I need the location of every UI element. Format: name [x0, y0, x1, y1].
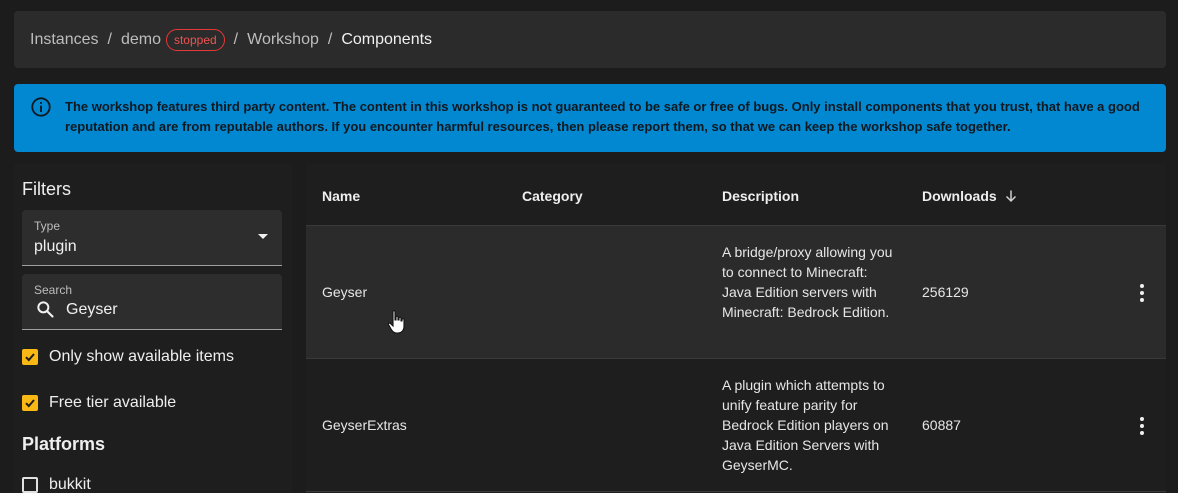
table-header: Name Category Description Downloads	[306, 164, 1166, 226]
info-icon	[31, 97, 51, 117]
hand-cursor-icon	[387, 310, 405, 334]
column-downloads[interactable]: Downloads	[922, 188, 1019, 204]
column-category[interactable]: Category	[522, 188, 583, 204]
row-downloads: 60887	[922, 417, 961, 433]
breadcrumb: Instances / demo stopped / Workshop / Co…	[14, 11, 1166, 68]
column-name-label: Name	[322, 188, 361, 204]
column-description-label: Description	[722, 188, 800, 204]
platform-label: bukkit	[49, 476, 91, 493]
only-available-label: Only show available items	[49, 348, 234, 365]
row-description: A bridge/proxy allowing you to connect t…	[722, 244, 893, 320]
column-downloads-label: Downloads	[922, 188, 997, 204]
search-value[interactable]: Geyser	[66, 301, 118, 319]
search-input[interactable]: Search Geyser	[22, 274, 282, 330]
free-tier-label: Free tier available	[49, 394, 177, 411]
breadcrumb-demo[interactable]: demo	[121, 31, 161, 49]
filters-title: Filters	[22, 179, 71, 199]
status-badge: stopped	[165, 28, 225, 51]
column-name[interactable]: Name	[322, 188, 360, 204]
breadcrumb-separator: /	[233, 30, 239, 48]
column-category-label: Category	[522, 188, 583, 204]
filters-panel: Filters Type plugin Search Geyser Only s…	[14, 164, 292, 493]
breadcrumb-separator: /	[327, 30, 333, 48]
breadcrumb-instances[interactable]: Instances	[30, 31, 98, 49]
only-available-checkbox[interactable]: Only show available items	[22, 348, 234, 366]
breadcrumb-components: Components	[341, 30, 433, 48]
info-banner-text: The workshop features third party conten…	[65, 99, 1140, 134]
type-select[interactable]: Type plugin	[22, 210, 282, 266]
platform-bukkit-checkbox[interactable]: bukkit	[22, 476, 91, 493]
breadcrumb-workshop[interactable]: Workshop	[247, 31, 319, 49]
table-row[interactable]: Geyser A bridge/proxy allowing you to co…	[306, 226, 1166, 359]
search-label: Search	[34, 283, 73, 297]
search-icon	[37, 301, 54, 318]
free-tier-checkbox[interactable]: Free tier available	[22, 394, 176, 412]
checkbox-checked-icon[interactable]	[22, 395, 38, 411]
table-row[interactable]: GeyserExtras A plugin which attempts to …	[306, 359, 1166, 492]
more-vert-icon[interactable]	[1134, 283, 1150, 303]
checkbox-checked-icon[interactable]	[22, 349, 38, 365]
column-description[interactable]: Description	[722, 188, 799, 204]
components-table: Name Category Description Downloads Geys…	[306, 164, 1166, 493]
type-value: plugin	[34, 238, 77, 255]
row-name: Geyser	[322, 284, 368, 300]
row-description: A plugin which attempts to unify feature…	[722, 377, 889, 473]
platforms-title: Platforms	[22, 434, 106, 454]
checkbox-unchecked-icon[interactable]	[22, 477, 38, 493]
row-name: GeyserExtras	[322, 417, 407, 433]
breadcrumb-separator: /	[107, 30, 112, 48]
more-vert-icon[interactable]	[1134, 416, 1150, 436]
row-downloads: 256129	[922, 284, 969, 300]
dropdown-arrow-icon[interactable]	[258, 234, 268, 239]
type-label: Type	[34, 219, 61, 233]
info-banner: The workshop features third party conten…	[14, 84, 1166, 152]
arrow-down-icon[interactable]	[1003, 188, 1019, 204]
